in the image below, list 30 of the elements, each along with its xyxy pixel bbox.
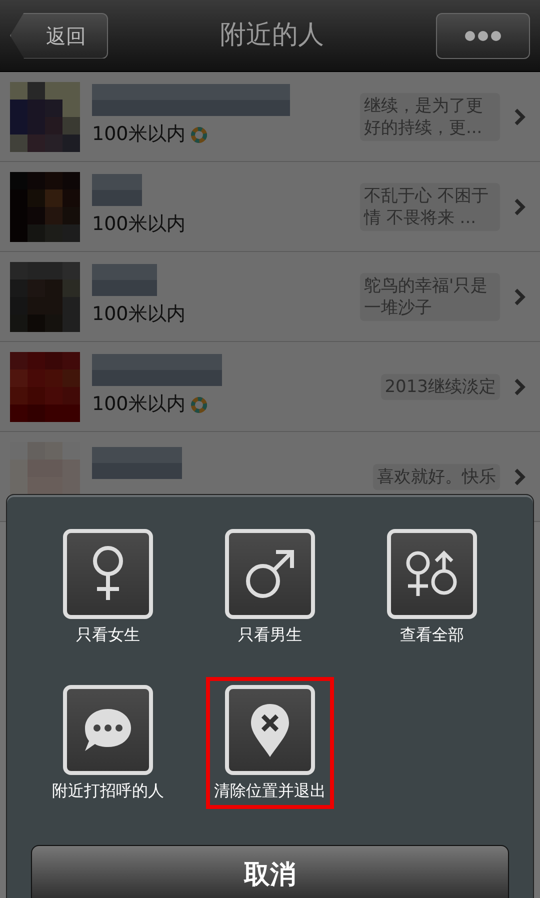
distance-text: 100米以内 bbox=[92, 122, 186, 148]
chevron-right-icon bbox=[514, 378, 526, 396]
status-bubble: 不乱于心 不困于情 不畏将来 ... bbox=[360, 182, 500, 230]
location-pin-x-icon bbox=[249, 702, 291, 758]
distance-text: 100米以内 bbox=[92, 212, 186, 238]
blurred-name bbox=[92, 174, 142, 206]
chevron-right-icon bbox=[514, 288, 526, 306]
action-item[interactable]: 附近打招呼的人 bbox=[44, 677, 172, 809]
status-bubble: 喜欢就好。快乐 bbox=[373, 464, 500, 490]
blurred-name bbox=[92, 264, 157, 296]
gender-symbols-icon bbox=[405, 550, 459, 598]
distance-text: 100米以内 bbox=[92, 392, 186, 418]
status-bubble: 继续，是为了更好的持续，更... bbox=[360, 92, 500, 140]
more-icon bbox=[464, 30, 502, 42]
speech-bubble-icon bbox=[83, 707, 133, 753]
cancel-button[interactable]: 取消 bbox=[31, 845, 509, 898]
chevron-right-icon bbox=[514, 108, 526, 126]
male-symbol-icon bbox=[244, 548, 296, 600]
action-item[interactable]: 查看全部 bbox=[379, 521, 485, 653]
more-button[interactable] bbox=[436, 12, 530, 58]
action-item[interactable]: 清除位置并退出 bbox=[206, 677, 334, 809]
status-bubble: 鸵鸟的幸福'只是一堆沙子 bbox=[360, 272, 500, 320]
chevron-right-icon bbox=[514, 468, 526, 486]
action-item[interactable]: 只看女生 bbox=[55, 521, 161, 653]
status-bubble: 2013继续淡定 bbox=[380, 374, 500, 400]
back-button[interactable]: 返回 bbox=[10, 12, 108, 58]
chevron-right-icon bbox=[514, 198, 526, 216]
distance-text: 100米以内 bbox=[92, 302, 186, 328]
page-title: 附近的人 bbox=[220, 19, 324, 52]
action-item[interactable]: 只看男生 bbox=[217, 521, 323, 653]
